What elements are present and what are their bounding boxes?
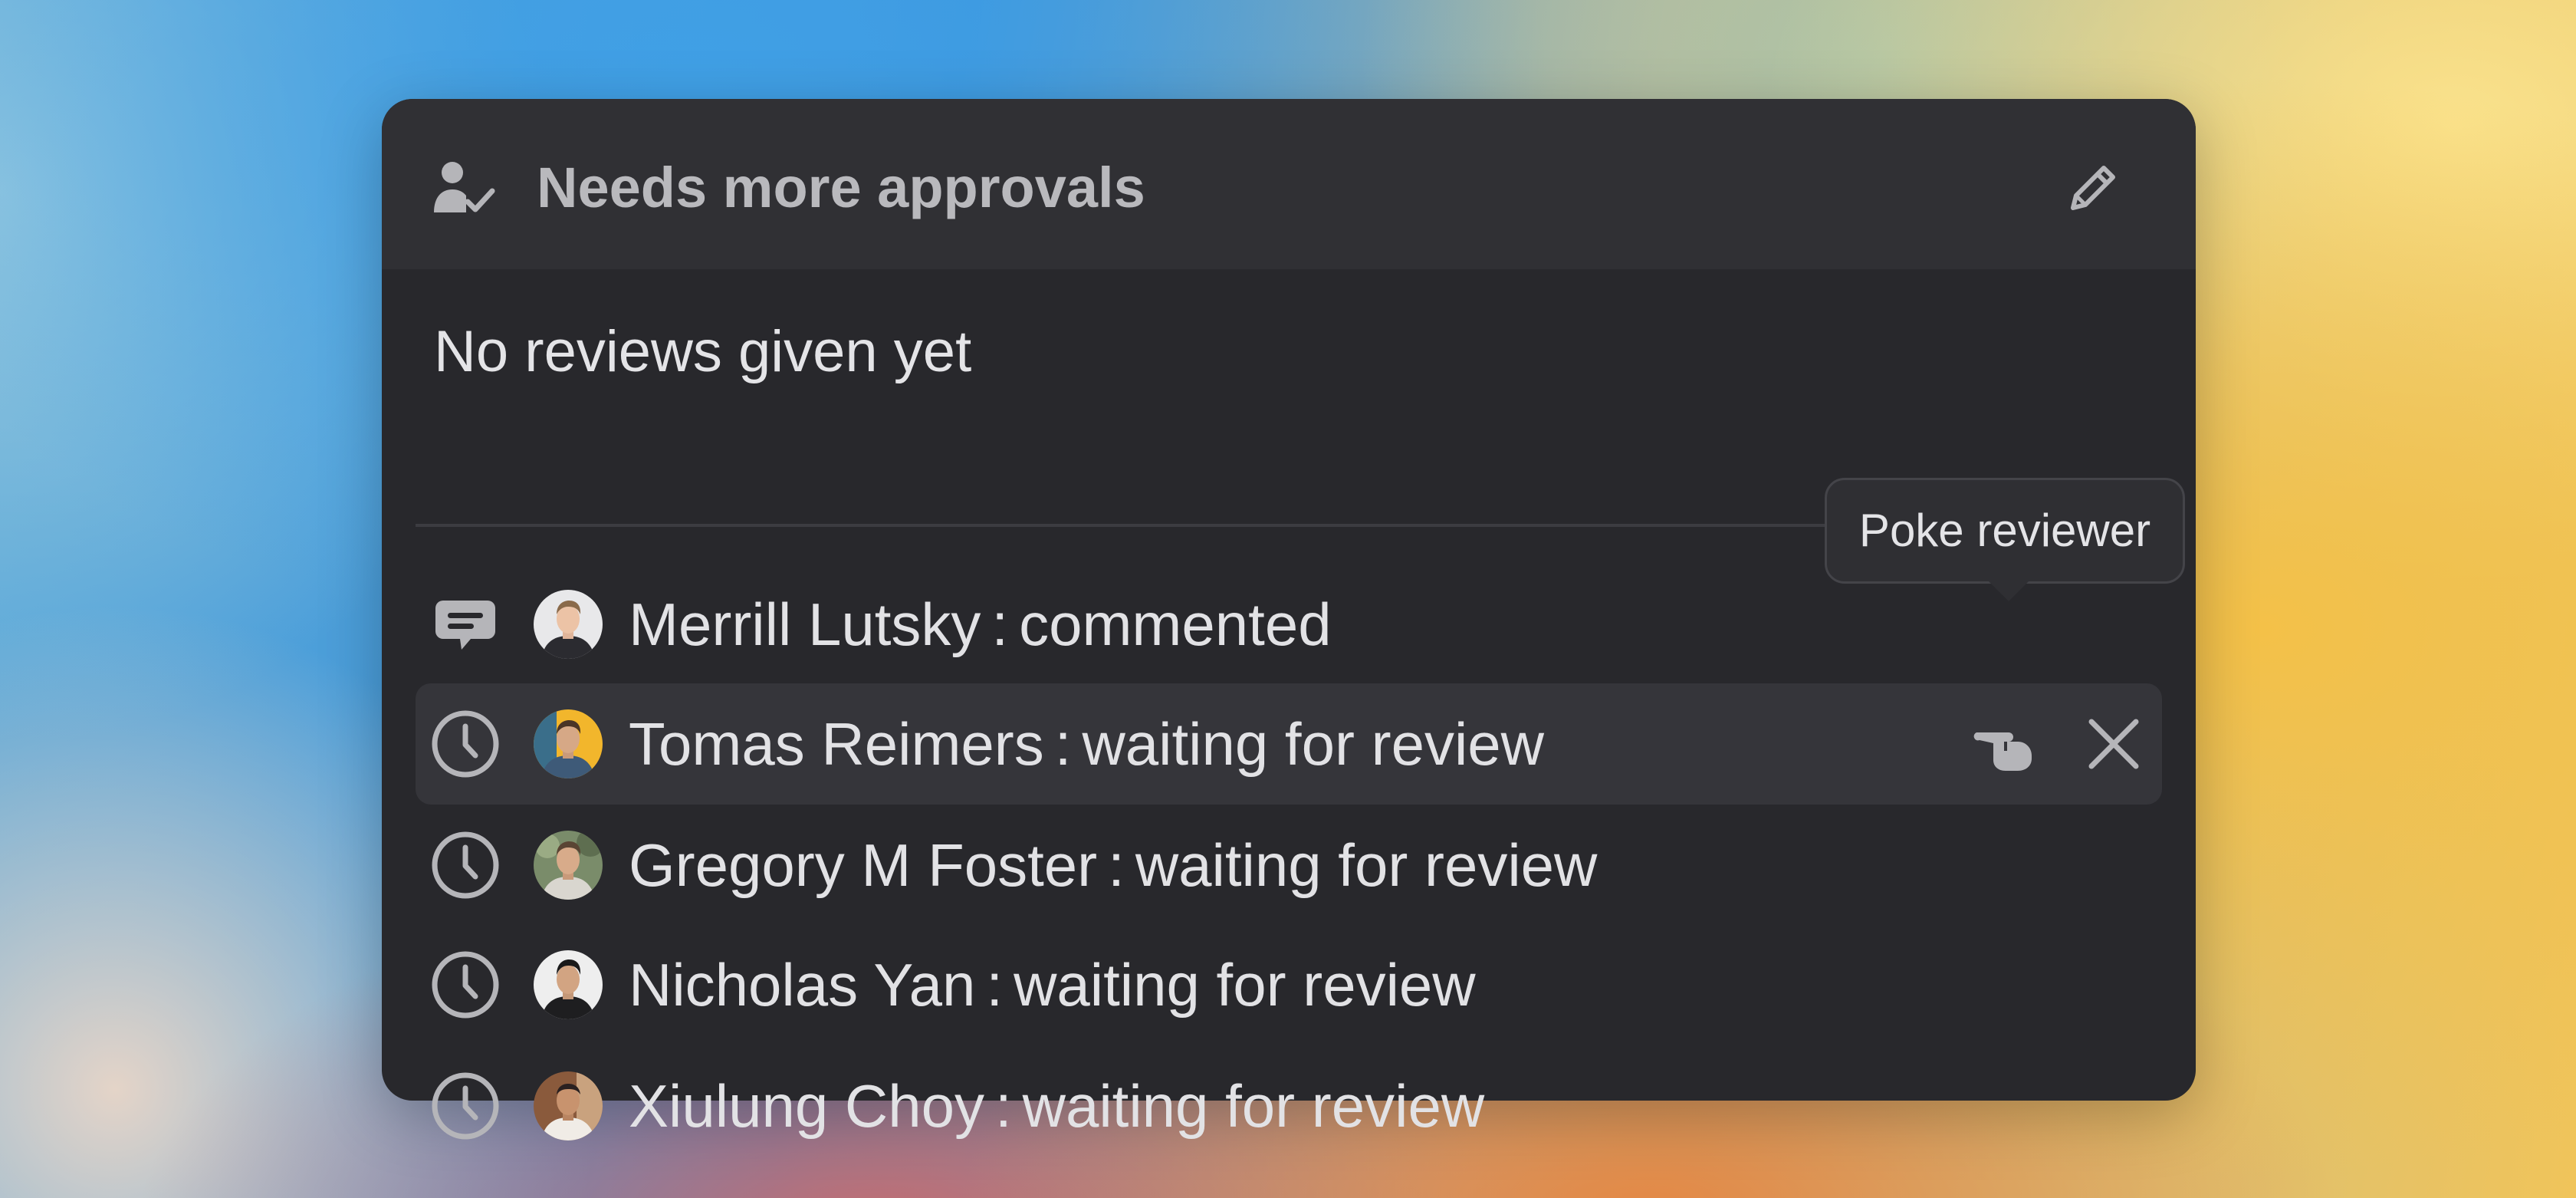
name-status-separator: : — [991, 591, 1009, 658]
reviewer-status: waiting for review — [1135, 831, 1598, 899]
panel-title: Needs more approvals — [537, 156, 1145, 219]
reviewer-status: waiting for review — [1014, 951, 1476, 1019]
reviewer-name: Gregory M Foster — [629, 831, 1098, 899]
reviewer-status: waiting for review — [1022, 1072, 1485, 1140]
reviewer-row: Nicholas Yan: waiting for review — [416, 924, 2162, 1045]
name-status-separator: : — [1108, 831, 1125, 899]
reviewer-name: Nicholas Yan — [629, 951, 976, 1019]
tooltip-arrow — [1989, 581, 2029, 601]
reviewer-name: Merrill Lutsky — [629, 591, 981, 658]
pencil-icon[interactable] — [2062, 157, 2124, 219]
avatar — [534, 590, 603, 659]
user-check-icon — [432, 157, 495, 220]
name-status-separator: : — [986, 951, 1004, 1019]
close-icon — [2088, 719, 2139, 769]
avatar — [534, 1071, 603, 1140]
reviewer-name: Tomas Reimers — [629, 710, 1044, 778]
reviewer-row: Gregory M Foster: waiting for review — [416, 805, 2162, 926]
poke-reviewer-button[interactable] — [1972, 713, 2036, 777]
clock-icon — [431, 709, 500, 778]
name-status-separator: : — [1054, 710, 1072, 778]
tooltip-text: Poke reviewer — [1858, 505, 2151, 556]
clock-icon — [431, 950, 500, 1019]
pointing-hand-icon — [1973, 732, 2032, 771]
reviewer-row: Xiulung Choy: waiting for review — [416, 1045, 2162, 1167]
approvals-card: Needs more approvals No reviews given ye… — [382, 99, 2196, 1140]
review-summary: No reviews given yet — [434, 319, 972, 384]
reviewer-name: Xiulung Choy — [629, 1072, 984, 1140]
card-header: Needs more approvals — [382, 99, 2196, 269]
avatar — [534, 831, 603, 900]
clock-icon — [431, 1071, 500, 1140]
clock-icon — [431, 831, 500, 900]
avatar — [534, 950, 603, 1019]
name-status-separator: : — [994, 1072, 1012, 1140]
remove-reviewer-button[interactable] — [2084, 714, 2144, 774]
reviewer-status: waiting for review — [1082, 710, 1545, 778]
poke-reviewer-tooltip: Poke reviewer — [1825, 478, 2185, 584]
comment-icon — [431, 590, 500, 659]
avatar — [534, 709, 603, 778]
reviewer-row[interactable]: Tomas Reimers: waiting for review — [416, 683, 2162, 805]
reviewer-status: commented — [1019, 591, 1332, 658]
